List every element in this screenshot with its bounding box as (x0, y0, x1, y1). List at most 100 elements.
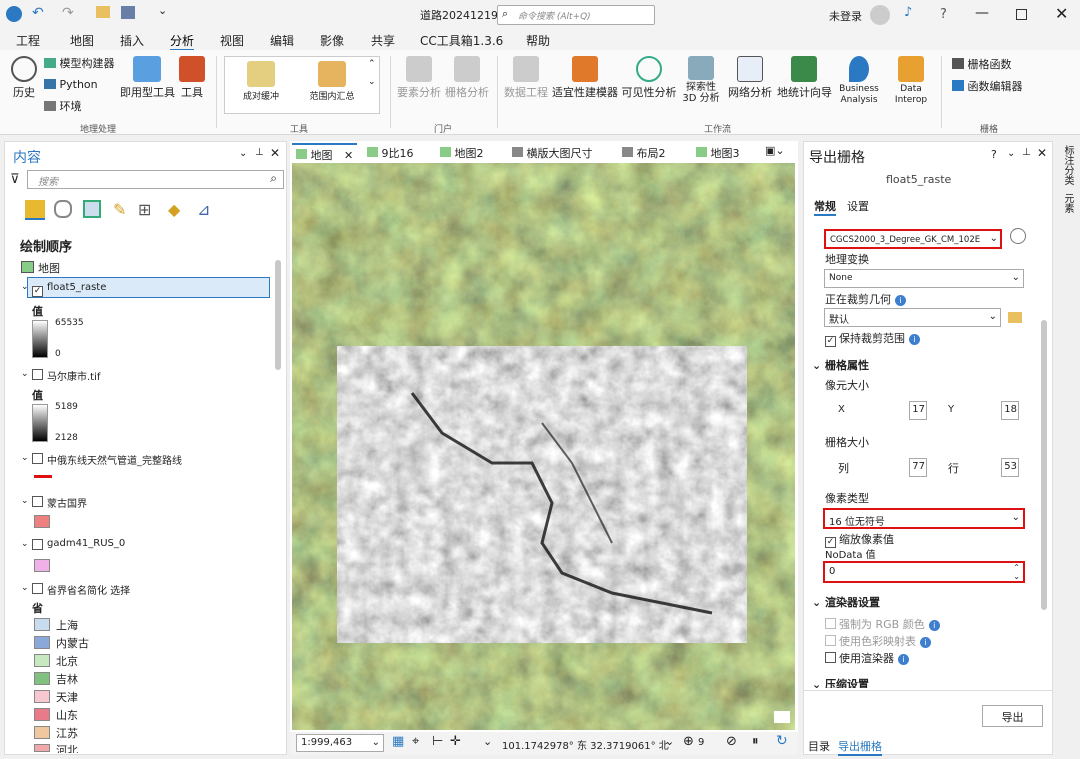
layer-checkbox[interactable]: ✓ (32, 281, 46, 297)
gallery-scroll-up-icon[interactable]: ⌃ (368, 59, 376, 69)
contents-scrollbar[interactable] (275, 260, 281, 370)
keep-clip-checkbox[interactable]: ✓ 保持裁剪范围 i (825, 330, 920, 347)
renderer-settings-header[interactable]: ⌄ 渲染器设置 (812, 594, 880, 610)
list-by-editing-icon[interactable]: ✎ (113, 200, 126, 219)
snap-icon[interactable]: ⌖ (412, 734, 419, 749)
raster-functions-button[interactable]: 栅格函数 (952, 56, 1012, 72)
layer-checkbox[interactable] (32, 452, 46, 466)
help-icon[interactable]: ? (940, 7, 947, 22)
signin-label[interactable]: 未登录 (829, 8, 862, 24)
gallery-item-summarize-within[interactable]: 范围内汇总 (303, 61, 361, 102)
expand-icon[interactable]: ⌄ (21, 453, 29, 463)
history-button[interactable]: 历史 (8, 56, 40, 100)
tab-map[interactable]: 地图 (70, 32, 94, 49)
tab-project[interactable]: 工程 (16, 32, 40, 49)
layer-name[interactable]: 马尔康市.tif (47, 368, 100, 383)
expand-icon[interactable]: ⌄ (21, 369, 29, 379)
layer-name[interactable]: float5_raste (47, 282, 106, 293)
list-by-labeling-icon[interactable]: ◆ (168, 200, 180, 219)
selected-features-icon[interactable]: ⊕ (683, 734, 694, 749)
raster-properties-header[interactable]: ⌄ 栅格属性 (812, 357, 869, 373)
ready-tools-button[interactable]: 即用型工具 (120, 56, 175, 100)
list-by-drawing-order-icon[interactable] (25, 200, 45, 220)
list-by-perspective-icon[interactable]: ⊿ (197, 200, 210, 219)
contents-search-input[interactable]: 搜索 ⌕ (27, 170, 284, 189)
nodata-input[interactable]: 0 ⌃ ⌄ (823, 561, 1025, 583)
folder-icon[interactable] (96, 6, 110, 18)
form-scrollbar[interactable] (1041, 320, 1047, 610)
layer-name[interactable]: gadm41_RUS_0 (47, 538, 125, 549)
clip-geometry-select[interactable]: 默认 ⌄ (824, 308, 1001, 327)
bottom-tab-export-raster[interactable]: 导出栅格 (838, 738, 882, 756)
globe-icon[interactable] (1010, 228, 1026, 244)
customize-icon[interactable]: ⌄ (158, 4, 167, 17)
tab-general[interactable]: 常规 (814, 198, 836, 216)
info-icon[interactable]: i (898, 654, 909, 665)
list-by-source-icon[interactable] (54, 200, 72, 218)
gallery-item-pairwise-buffer[interactable]: 成对缓冲 (233, 61, 289, 102)
export-button[interactable]: 导出 (982, 705, 1043, 727)
expand-icon[interactable]: ⌄ (21, 539, 29, 549)
help-icon[interactable]: ? (991, 148, 997, 161)
suitability-modeler-button[interactable]: 适宜性建模器 (552, 56, 618, 100)
map-tab[interactable]: 布局2 (618, 143, 670, 162)
geostatistical-wizard-button[interactable]: 地统计向导 (777, 56, 832, 100)
visibility-button[interactable]: 可见性分析 (621, 56, 677, 100)
pause-icon[interactable]: ⏸ (752, 734, 759, 749)
business-analysis-button[interactable]: Business Analysis (834, 56, 884, 106)
tab-insert[interactable]: 插入 (120, 32, 144, 49)
dock-tab-elements[interactable]: 元素 (1061, 193, 1073, 213)
use-renderer-checkbox[interactable]: 使用渲染器 i (825, 650, 909, 666)
tab-imagery[interactable]: 影像 (320, 32, 344, 49)
map-tab-active[interactable]: 地图 ✕ (292, 143, 358, 162)
app-icon[interactable] (6, 6, 22, 22)
layer-name[interactable]: 省界省名简化 选择 (47, 582, 130, 597)
tab-share[interactable]: 共享 (371, 32, 395, 49)
map-tab[interactable]: 9比16 (363, 143, 418, 162)
scale-selector[interactable]: 1:999,463 ⌄ (296, 734, 384, 752)
dock-tab-label-classes[interactable]: 标注分类 (1061, 145, 1073, 185)
filter-icon[interactable]: ⊽ (10, 172, 20, 187)
geo-transform-select[interactable]: None ⌄ (824, 269, 1024, 288)
tab-help[interactable]: 帮助 (526, 32, 550, 49)
coords-options-icon[interactable]: ⌄ (665, 735, 674, 748)
function-editor-button[interactable]: 函数编辑器 (952, 78, 1023, 94)
pane-options-icon[interactable]: ⌄ (239, 148, 247, 159)
pin-icon[interactable]: ⊥ (1022, 147, 1031, 158)
bell-icon[interactable]: ♪ (904, 5, 912, 20)
layer-checkbox[interactable] (32, 368, 46, 382)
pane-close-icon[interactable]: ✕ (1037, 146, 1047, 160)
environments-button[interactable]: 环境 (44, 98, 82, 114)
coordinate-system-select[interactable]: CGCS2000_3_Degree_GK_CM_102E ⌄ (824, 229, 1002, 249)
constraint-icon[interactable]: ⊢ (432, 734, 443, 749)
undo-icon[interactable]: ↶ (32, 5, 44, 21)
grid-icon[interactable]: ▦ (392, 734, 404, 749)
layer-name[interactable]: 蒙古国界 (47, 495, 87, 510)
list-by-selection-icon[interactable] (83, 200, 101, 218)
crosshair-icon[interactable]: ✛ (450, 734, 461, 749)
info-icon[interactable]: i (909, 334, 920, 345)
modelbuilder-button[interactable]: 模型构建器 (44, 55, 115, 71)
map-node-label[interactable]: 地图 (38, 260, 60, 276)
info-icon[interactable]: i (920, 637, 931, 648)
network-analysis-button[interactable]: 网络分析 (727, 56, 773, 100)
force-rgb-checkbox[interactable]: 强制为 RGB 颜色 i (825, 616, 940, 632)
pin-icon[interactable]: ⊥ (255, 147, 264, 158)
expand-icon[interactable]: ⌄ (21, 583, 29, 593)
data-interop-button[interactable]: Data Interop (888, 56, 934, 106)
columns-input[interactable]: 77 (909, 458, 927, 477)
layer-checkbox[interactable] (32, 495, 46, 509)
save-icon[interactable] (121, 6, 135, 19)
raster-analysis-button[interactable]: 栅格分析 (444, 56, 490, 100)
rows-input[interactable]: 53 (1001, 458, 1019, 477)
tab-close-icon[interactable]: ✕ (344, 149, 353, 162)
redo-icon[interactable]: ↷ (62, 5, 74, 21)
layer-checkbox[interactable] (32, 538, 46, 552)
pane-options-icon[interactable]: ⌄ (1007, 148, 1015, 159)
folder-icon[interactable] (1008, 312, 1022, 323)
cell-x-input[interactable]: 17 (909, 401, 927, 420)
minimize-icon[interactable]: — (975, 5, 989, 21)
data-engineering-button[interactable]: 数据工程 (503, 56, 549, 100)
pixel-type-select[interactable]: 16 位无符号 ⌄ (823, 508, 1025, 529)
command-search[interactable]: ⌕ 命令搜索 (Alt+Q) (497, 5, 655, 25)
